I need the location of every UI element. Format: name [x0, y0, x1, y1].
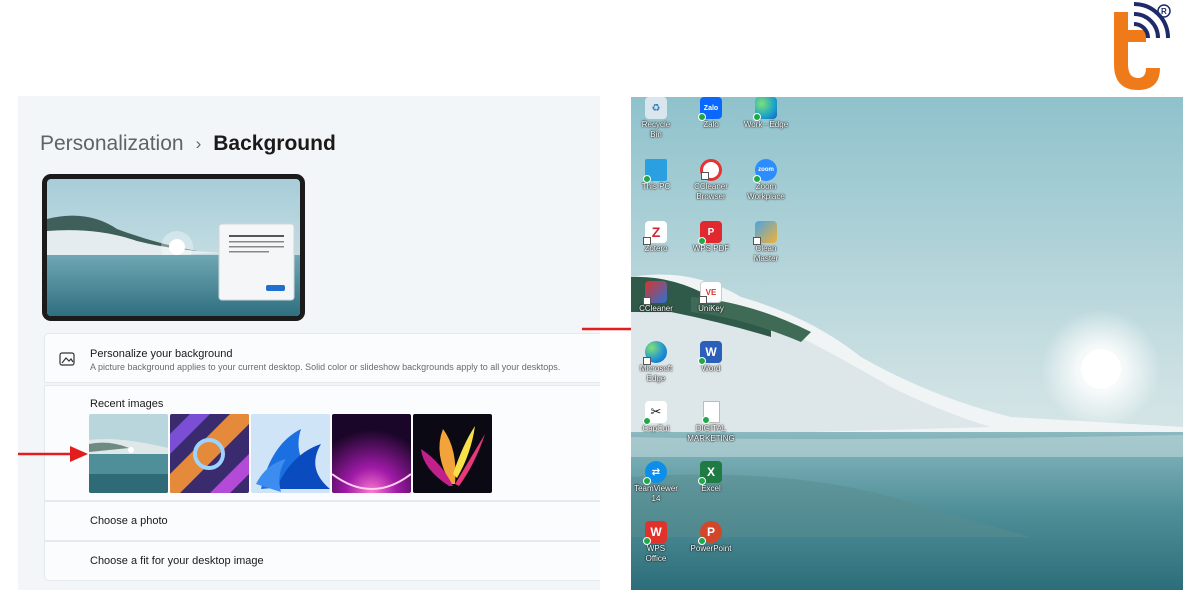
- desktop-icon-word[interactable]: W Word: [686, 341, 736, 374]
- arrow-to-thumbnail-icon: [18, 446, 88, 462]
- choose-photo-row[interactable]: Choose a photo: [44, 501, 600, 541]
- ccleaner-browser-icon: [700, 159, 722, 181]
- choose-fit-label: Choose a fit for your desktop image: [90, 555, 264, 567]
- edge-icon: [643, 341, 667, 365]
- zotero-icon: Z: [643, 221, 667, 245]
- zalo-icon: Zalo: [698, 97, 722, 121]
- excel-icon: X: [698, 461, 722, 485]
- edge-icon: [753, 97, 777, 121]
- desktop-icon-powerpoint[interactable]: P PowerPoint: [686, 521, 736, 554]
- breadcrumb-personalization[interactable]: Personalization: [40, 132, 184, 156]
- brand-logo: R: [1114, 2, 1171, 90]
- recent-images-label: Recent images: [90, 398, 164, 410]
- desktop-icon-this-pc[interactable]: This PC: [631, 159, 681, 192]
- picture-icon: [59, 352, 75, 366]
- capcut-icon: ✂: [643, 401, 667, 425]
- recent-image-colorful-flower[interactable]: [413, 414, 492, 493]
- unikey-icon: VE: [699, 281, 722, 304]
- desktop-icon-zoom[interactable]: zoom Zoom Workplace: [741, 159, 791, 202]
- desktop-icon-ccleaner[interactable]: CCleaner: [631, 281, 681, 314]
- desktop-icon-unikey[interactable]: VE UniKey: [686, 281, 736, 314]
- word-icon: W: [698, 341, 722, 365]
- wps-office-icon: W: [643, 521, 667, 545]
- recent-images-list: [89, 414, 494, 493]
- recent-image-lake[interactable]: [89, 414, 168, 493]
- recent-images-card: Recent images: [44, 385, 600, 501]
- desktop-icon-capcut[interactable]: ✂ CapCut: [631, 401, 681, 434]
- personalize-background-card[interactable]: Personalize your background A picture ba…: [44, 333, 600, 383]
- ccleaner-icon: [643, 281, 667, 305]
- recent-image-purple-glow[interactable]: [332, 414, 411, 493]
- desktop-icon-zotero[interactable]: Z Zotero: [631, 221, 681, 254]
- settings-panel: Personalization › Background Personalize…: [18, 96, 600, 590]
- desktop-icon-wps-pdf[interactable]: P WPS PDF: [686, 221, 736, 254]
- choose-photo-label: Choose a photo: [90, 515, 168, 527]
- breadcrumb-separator: ›: [195, 134, 202, 153]
- wps-pdf-icon: P: [698, 221, 722, 245]
- document-icon: [701, 401, 720, 424]
- desktop: ♻ Recycle Bin Zalo Zalo Work - Edge This …: [631, 97, 1183, 590]
- breadcrumb: Personalization › Background: [40, 132, 336, 156]
- desktop-preview: [42, 174, 305, 321]
- desktop-icon-ccleaner-browser[interactable]: CCleaner Browser: [686, 159, 736, 202]
- page-title: Background: [213, 132, 336, 155]
- desktop-icon-clean-master[interactable]: Clean Master: [741, 221, 791, 264]
- personalize-title: Personalize your background: [90, 348, 233, 360]
- desktop-icon-excel[interactable]: X Excel: [686, 461, 736, 494]
- preview-wallpaper: [47, 179, 300, 316]
- recent-image-abstract-glass[interactable]: [170, 414, 249, 493]
- desktop-icon-microsoft-edge[interactable]: Microsoft Edge: [631, 341, 681, 384]
- desktop-icon-digital-marketing[interactable]: DIGITAL MARKETING: [686, 401, 736, 444]
- desktop-icon-work-edge[interactable]: Work - Edge: [741, 97, 791, 130]
- zoom-icon: zoom: [753, 159, 777, 183]
- recycle-bin-icon: ♻: [645, 97, 667, 119]
- desktop-icon-wps-office[interactable]: W WPS Office: [631, 521, 681, 564]
- teamviewer-icon: ⇄: [643, 461, 667, 485]
- personalize-description: A picture background applies to your cur…: [90, 362, 561, 372]
- desktop-icon-zalo[interactable]: Zalo Zalo: [686, 97, 736, 130]
- monitor-icon: [643, 159, 667, 183]
- desktop-icon-recycle-bin[interactable]: ♻ Recycle Bin: [631, 97, 681, 140]
- broom-icon: [753, 221, 777, 245]
- choose-fit-row[interactable]: Choose a fit for your desktop image: [44, 541, 600, 581]
- desktop-icon-teamviewer[interactable]: ⇄ TeamViewer 14: [631, 461, 681, 504]
- svg-text:R: R: [1161, 7, 1167, 16]
- powerpoint-icon: P: [698, 521, 722, 545]
- recent-image-blue-bloom[interactable]: [251, 414, 330, 493]
